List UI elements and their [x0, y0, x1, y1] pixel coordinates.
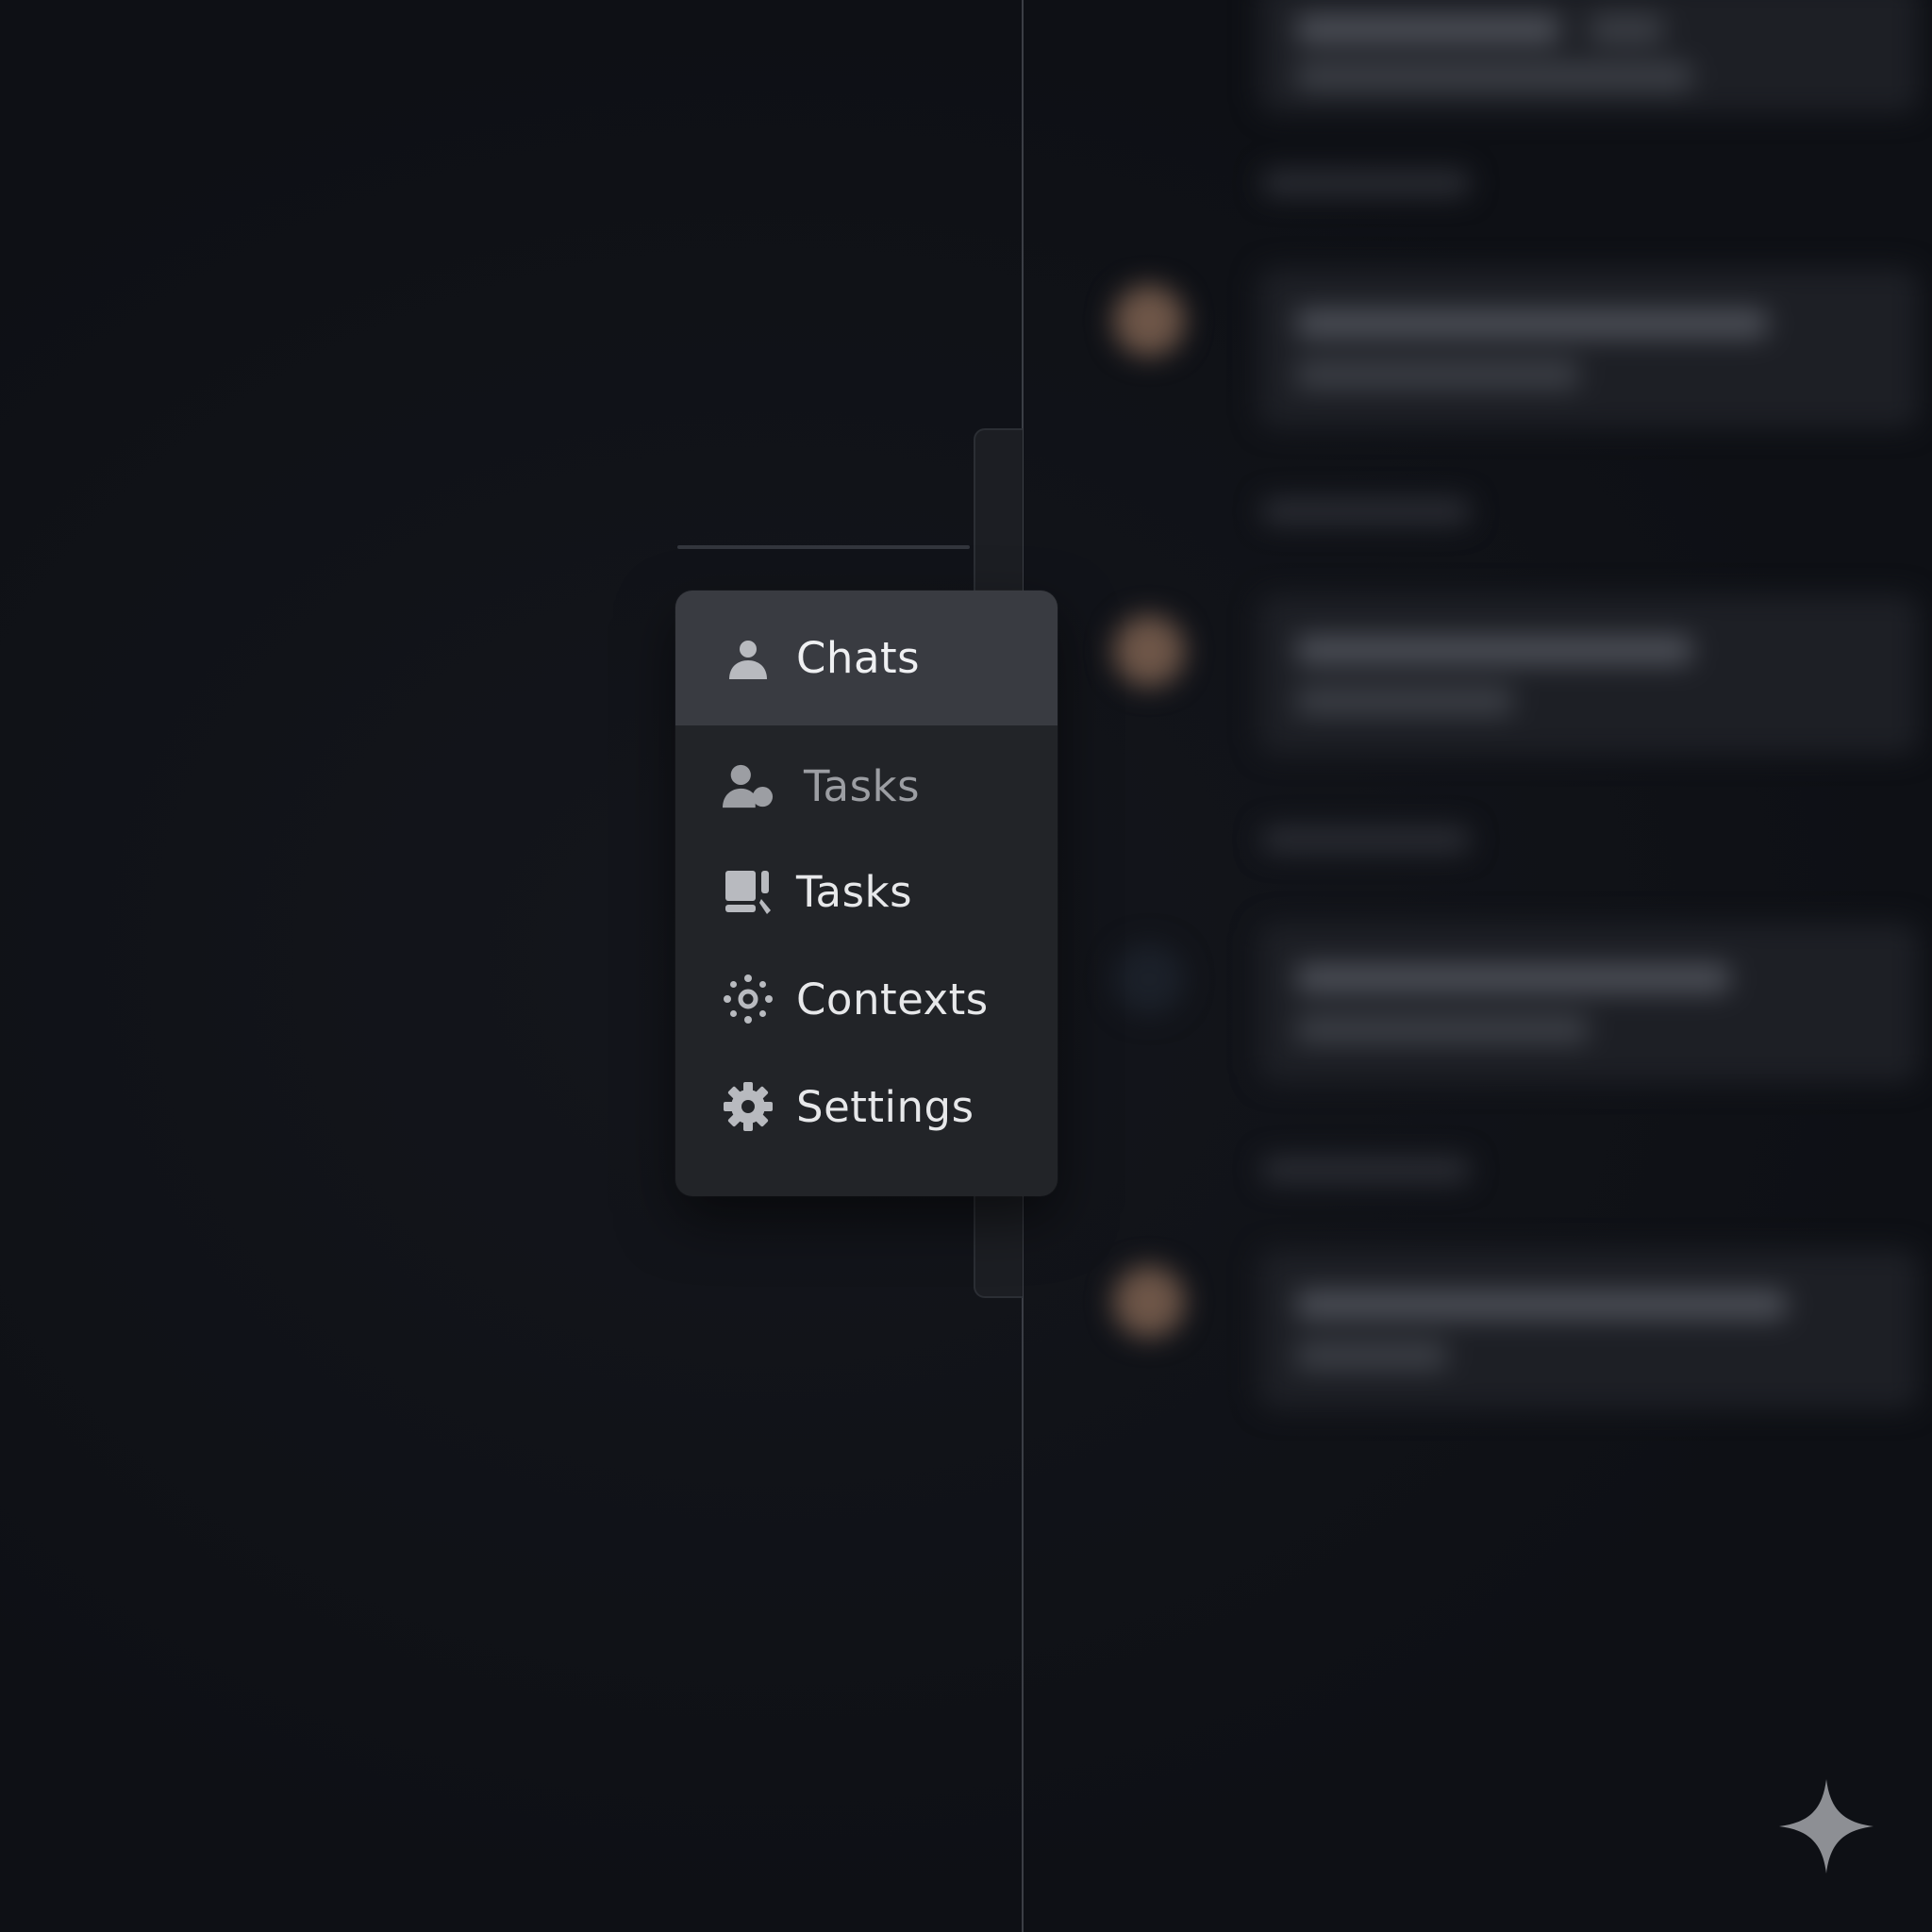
person-group-icon: [723, 760, 774, 811]
conversation-card[interactable]: [1258, 1249, 1919, 1409]
date-divider: [1262, 1157, 1470, 1183]
menu-item-chats[interactable]: Chats: [675, 591, 1058, 725]
menu-item-label: Contexts: [796, 974, 989, 1024]
conversation-card[interactable]: [1258, 594, 1919, 755]
date-divider: [1262, 826, 1470, 853]
navigation-menu: Chats Tasks Tasks Contexts Settings: [675, 591, 1058, 1196]
avatar: [1113, 943, 1185, 1015]
menu-item-tasks-people[interactable]: Tasks: [675, 734, 1058, 838]
contexts-icon: [723, 974, 774, 1024]
menu-separator: [677, 545, 970, 549]
avatar: [1113, 1266, 1185, 1338]
menu-item-contexts[interactable]: Contexts: [675, 947, 1058, 1051]
tasks-board-icon: [723, 866, 774, 917]
avatar: [1113, 285, 1185, 357]
conversation-card[interactable]: [1258, 0, 1919, 113]
conversation-list: [1024, 0, 1932, 1932]
sparkle-icon: [1779, 1779, 1874, 1874]
gear-icon: [723, 1081, 774, 1132]
menu-item-tasks[interactable]: Tasks: [675, 840, 1058, 943]
date-divider: [1262, 170, 1470, 196]
menu-item-label: Tasks: [796, 866, 913, 917]
menu-item-label: Chats: [796, 633, 921, 683]
menu-item-settings[interactable]: Settings: [675, 1055, 1058, 1158]
conversation-card[interactable]: [1258, 268, 1919, 428]
date-divider: [1262, 498, 1470, 525]
menu-item-label: Settings: [796, 1081, 974, 1132]
menu-item-label: Tasks: [804, 760, 921, 811]
avatar: [1113, 615, 1185, 687]
person-icon: [723, 633, 774, 684]
app-screen: Chats Tasks Tasks Contexts Settings: [0, 0, 1932, 1932]
conversation-card[interactable]: [1258, 923, 1919, 1083]
